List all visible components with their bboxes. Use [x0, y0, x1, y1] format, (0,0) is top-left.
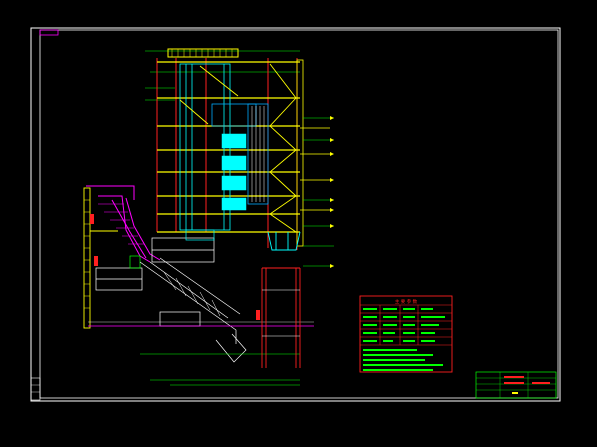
- title-block: [475, 371, 557, 399]
- boiler-elevation: [156, 48, 334, 268]
- top-piping: [145, 50, 300, 101]
- cad-drawing-canvas: 主 要 参 数: [30, 27, 561, 402]
- flue-stack: [261, 267, 301, 368]
- foundation: [88, 321, 314, 386]
- grate: [139, 229, 247, 363]
- tech-spec-table: 主 要 参 数: [359, 295, 453, 373]
- hopper-box: [95, 255, 143, 291]
- spec-table-header: 主 要 参 数: [395, 298, 418, 305]
